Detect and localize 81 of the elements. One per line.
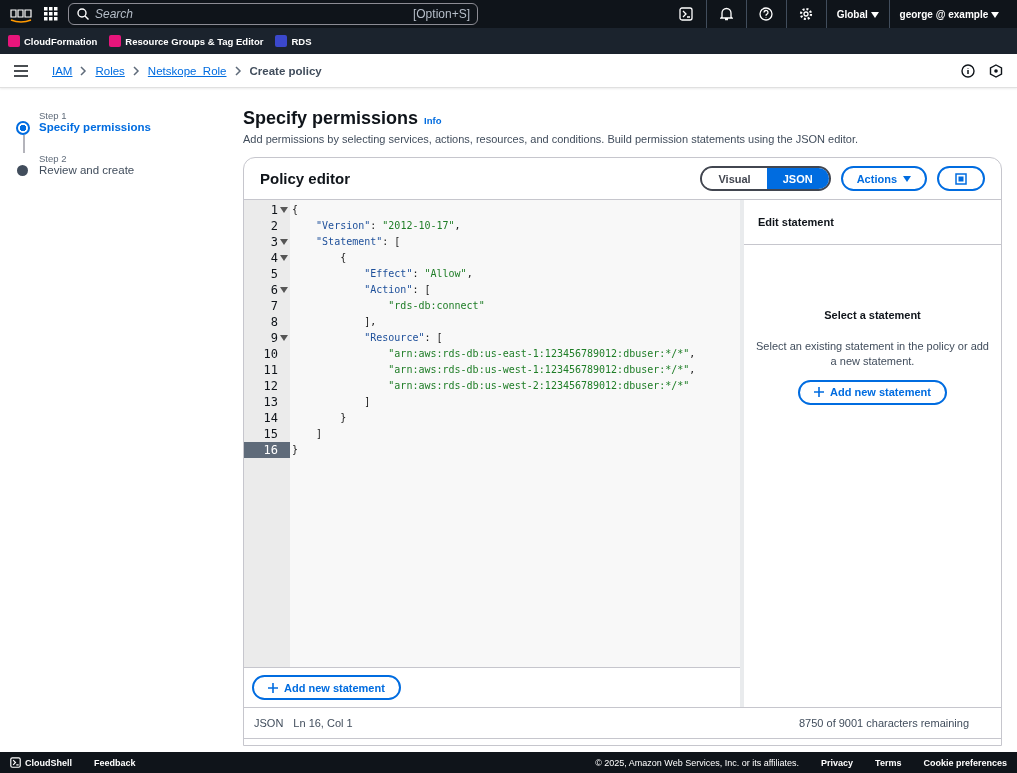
shortcut-hint: [Option+S] (412, 7, 470, 21)
plus-icon (268, 682, 278, 693)
feedback-link[interactable]: Feedback (94, 757, 136, 768)
line-number: 13 (262, 394, 279, 410)
line-number: 5 (269, 266, 279, 282)
chevron-right-icon (132, 65, 140, 76)
caret-icon (991, 11, 999, 18)
fullscreen-button[interactable] (937, 166, 985, 191)
footer-link[interactable]: Privacy (821, 757, 854, 768)
code-line: } (339, 411, 348, 425)
line-number: 15 (262, 426, 279, 442)
line-number: 10 (262, 346, 279, 362)
line-number: 1 (244, 202, 290, 218)
apps-grid-icon[interactable] (44, 7, 58, 21)
caret-icon (870, 11, 879, 18)
line-number: 6 (244, 282, 290, 298)
line-number: 4 (244, 250, 290, 266)
step-title[interactable]: Specify permissions (39, 121, 227, 135)
cursor-position: Ln 16, Col 1 (293, 717, 353, 729)
line-number: 8 (269, 314, 279, 330)
actions-button[interactable]: Actions (840, 166, 927, 191)
footer-link[interactable]: Cookie preferences (923, 757, 1007, 768)
card-title: Policy editor (260, 170, 351, 187)
search-icon (77, 8, 89, 20)
code-line: { (291, 203, 300, 217)
empty-state-text: Select an existing statement in the policy or add a new statement. (756, 339, 989, 370)
plus-icon (814, 387, 825, 398)
code-line: "rds-db:connect" (387, 299, 486, 313)
editor-mode: JSON (254, 717, 284, 729)
favorite-link[interactable]: Resource Groups & Tag Editor (109, 35, 264, 47)
characters-remaining: 8750 of 9001 characters remaining (799, 717, 969, 729)
line-number: 16 (244, 442, 290, 458)
code-line: ], (363, 315, 378, 329)
breadcrumb-link[interactable]: IAM (52, 64, 73, 77)
line-number: 12 (262, 378, 279, 394)
page-name: Create policy (249, 64, 322, 77)
code-line: "Statement": [ (315, 235, 402, 249)
chevron-right-icon (80, 65, 88, 76)
page-description: Add permissions by selecting services, actions, resources, and conditions. Build permission statements using the JSON editor. (243, 133, 860, 145)
step-label: Step 2 (39, 153, 68, 164)
code-line: "arn:aws:rds-db:us-east-1:123456789012:dbuser:*/*", (387, 347, 697, 361)
empty-state-title: Select a statement (824, 309, 921, 321)
info-icon[interactable] (961, 63, 975, 78)
step-label: Step 1 (39, 110, 68, 121)
code-line: "arn:aws:rds-db:us-west-2:123456789012:dbuser:*/*" (387, 379, 691, 393)
line-number: 14 (262, 410, 279, 426)
breadcrumb-link[interactable]: Roles (95, 64, 125, 77)
line-number: 2 (269, 218, 279, 234)
line-number: 11 (262, 362, 279, 378)
code-line: "Version": "2012-10-17", (315, 219, 462, 233)
step-title[interactable]: Review and create (39, 164, 227, 176)
caret-icon (903, 175, 911, 182)
code-line: "Effect": "Allow", (363, 267, 474, 281)
page-title: Specify permissions (243, 108, 419, 129)
mode-tab[interactable]: JSON (766, 168, 829, 189)
favorite-link[interactable]: CloudFormation (8, 35, 98, 47)
line-number: 7 (269, 298, 279, 314)
favorite-link[interactable]: RDS (275, 35, 312, 47)
code-line: { (339, 251, 348, 265)
code-line: "Resource": [ (363, 331, 444, 345)
hexagon-icon[interactable] (989, 63, 1003, 78)
breadcrumb-link[interactable]: Netskope_Role (147, 64, 227, 77)
account-menu[interactable]: george @ example (889, 0, 1009, 28)
add-statement-button[interactable]: Add new statement (798, 379, 947, 405)
code-line: "Action": [ (363, 283, 432, 297)
cloudshell-link[interactable]: CloudShell (10, 757, 72, 768)
line-number: 3 (244, 234, 290, 250)
fullscreen-icon (955, 172, 967, 185)
add-statement-button[interactable]: Add new statement (252, 675, 401, 700)
line-number: 9 (244, 330, 290, 346)
footer-link[interactable]: Terms (875, 757, 902, 768)
code-line: ] (315, 427, 324, 441)
panel-title: Edit statement (744, 200, 1001, 245)
chevron-right-icon (234, 65, 242, 76)
code-line: "arn:aws:rds-db:us-west-1:123456789012:dbuser:*/*", (387, 363, 697, 377)
copyright-text: © 2025, Amazon Web Services, Inc. or its affiliates. (595, 757, 800, 768)
info-link[interactable]: Info (424, 115, 442, 126)
code-line: ] (363, 395, 372, 409)
code-line: } (291, 443, 300, 457)
menu-icon[interactable] (14, 64, 28, 77)
terminal-icon (10, 757, 21, 768)
